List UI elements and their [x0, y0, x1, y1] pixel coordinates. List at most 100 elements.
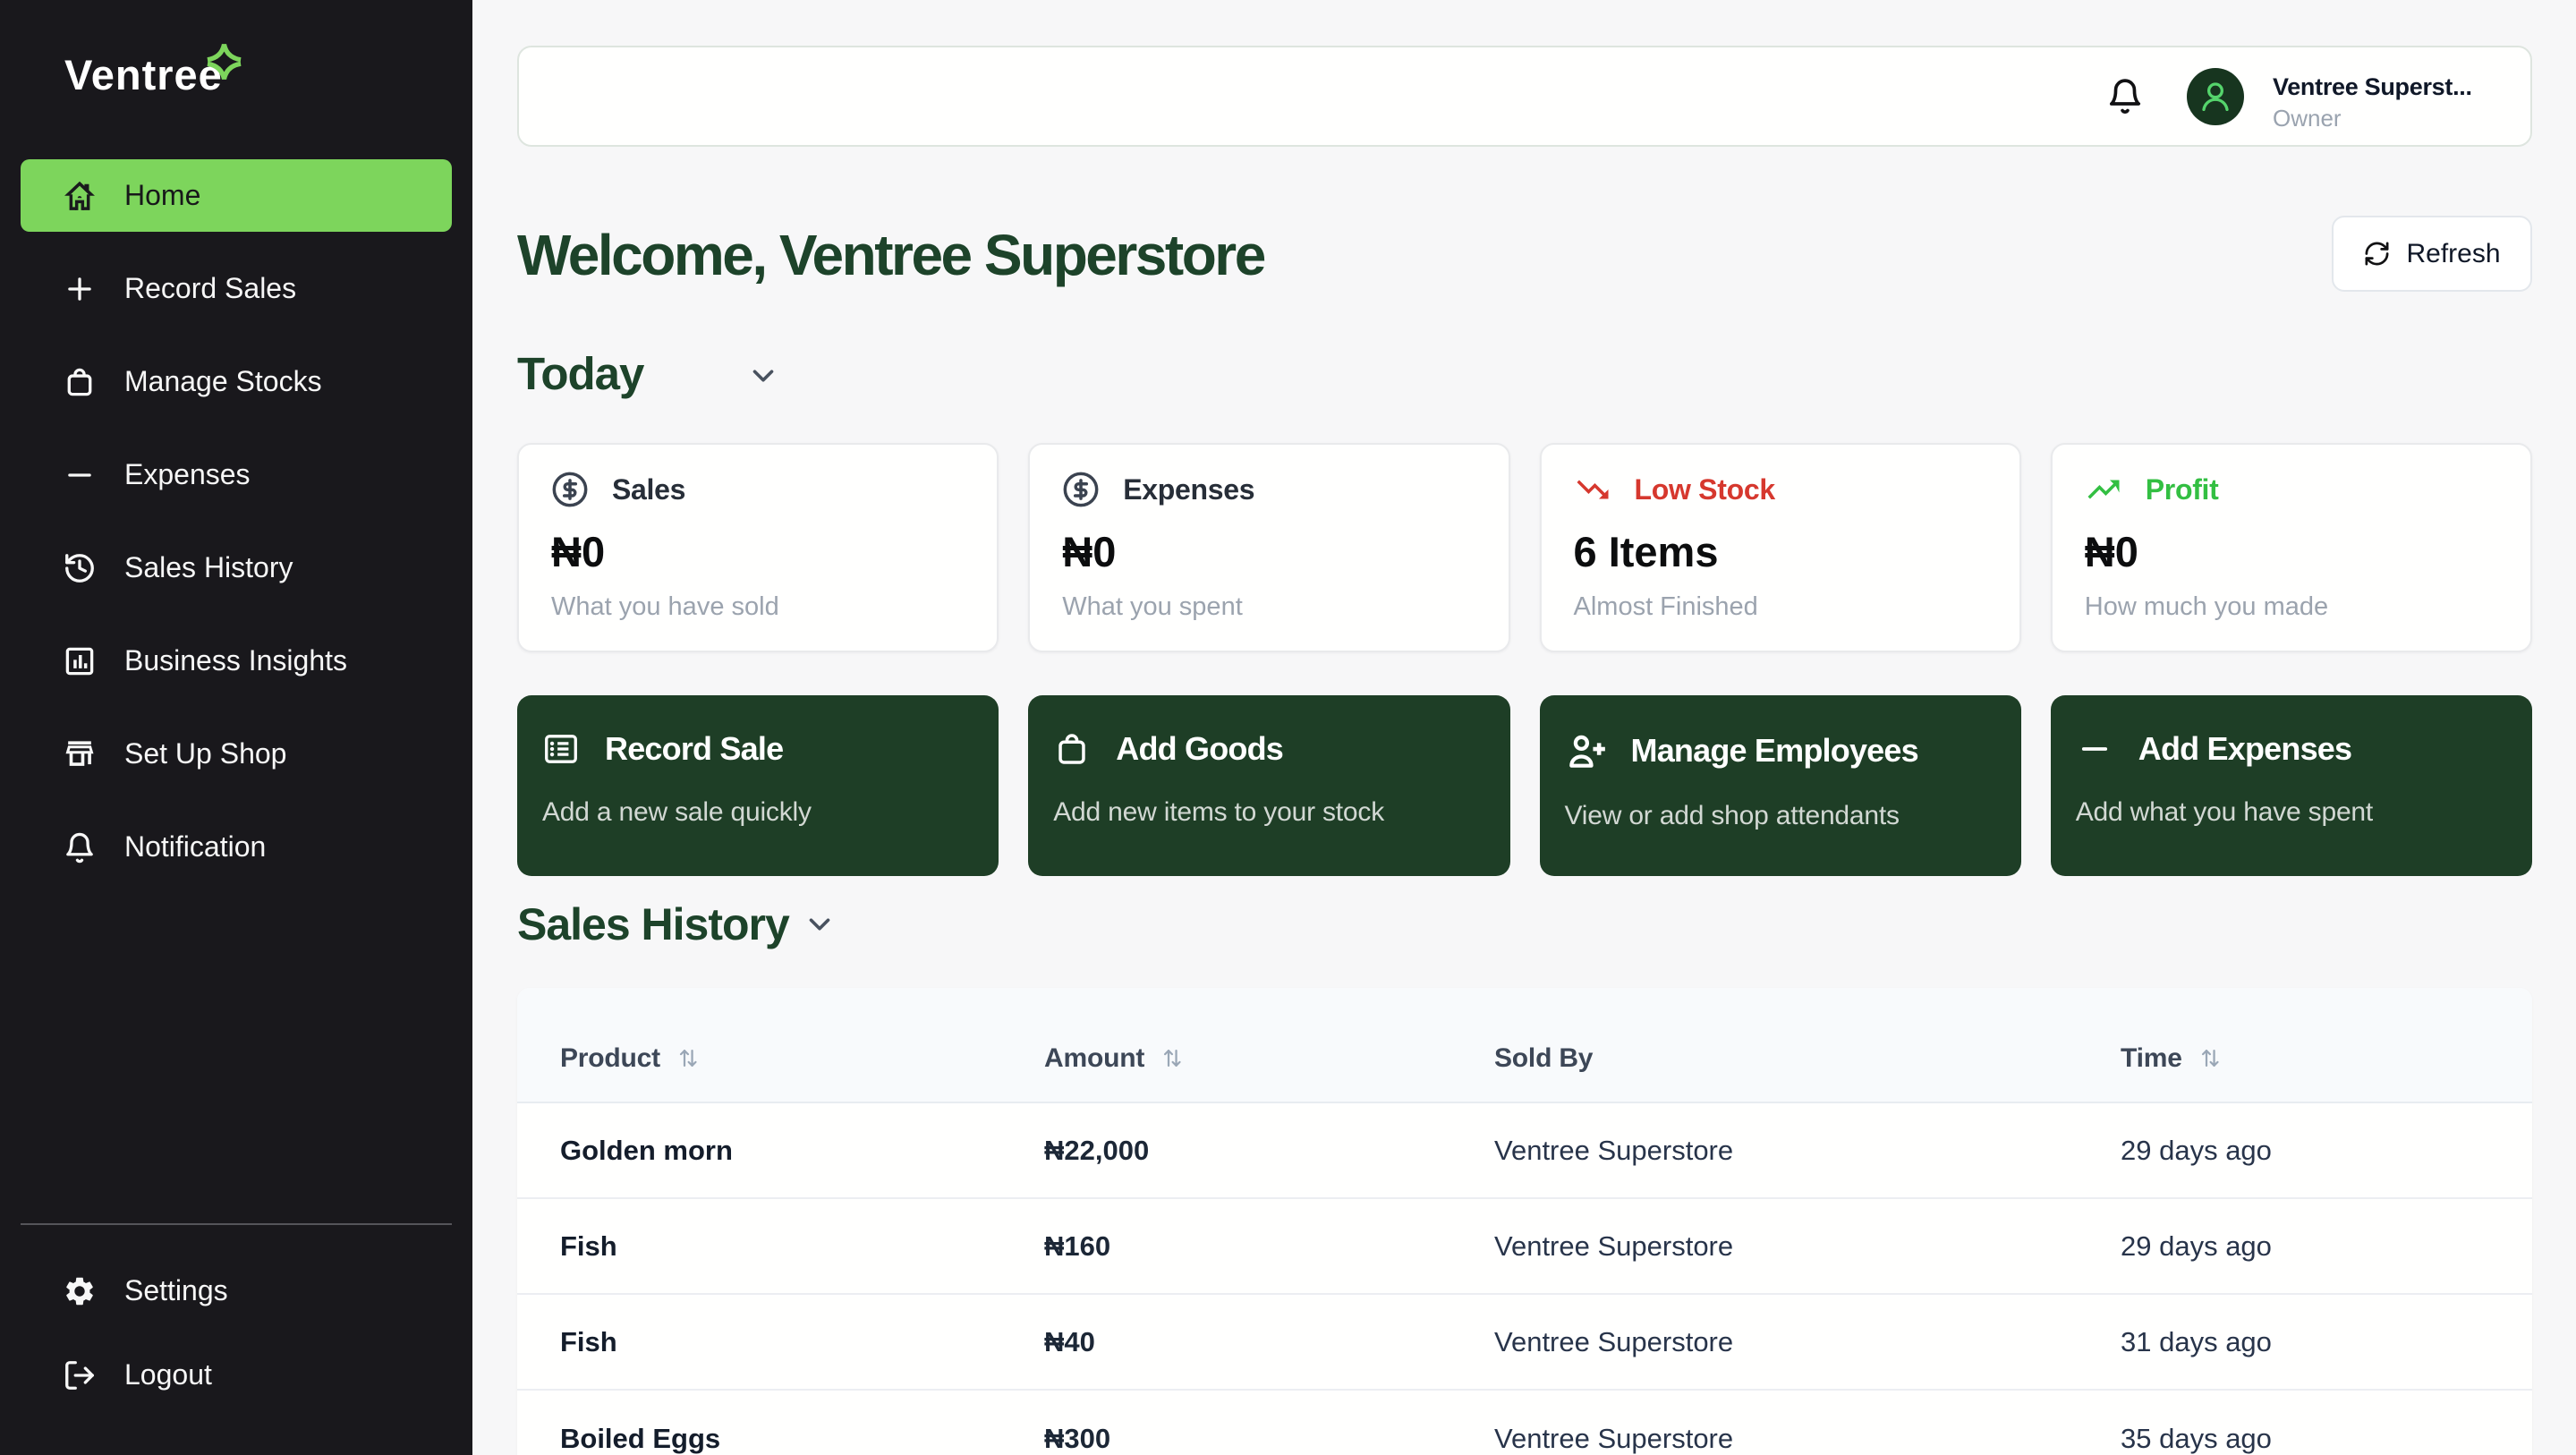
brand-name: Ventree — [64, 51, 223, 98]
action-head: Record Sale — [542, 730, 973, 768]
action-desc: Add new items to your stock — [1053, 797, 1385, 827]
period-label: Today — [517, 348, 644, 399]
sidebar-item-expenses[interactable]: Expenses — [21, 438, 452, 511]
sidebar-item-label: Home — [124, 179, 201, 211]
record-sale-card[interactable]: Record Sale Add a new sale quickly — [517, 695, 999, 876]
stat-desc: What you spent — [1062, 592, 1243, 621]
cell-time: 31 days ago — [2121, 1325, 2272, 1357]
sidebar-item-business-insights[interactable]: Business Insights — [21, 625, 452, 697]
stat-card-profit[interactable]: Profit ₦0 How much you made — [2050, 443, 2532, 652]
shopping-bag-icon — [63, 365, 97, 399]
sidebar-item-label: Sales History — [124, 551, 293, 583]
stat-card-sales[interactable]: Sales ₦0 What you have sold — [517, 443, 999, 652]
history-icon — [63, 551, 97, 585]
sidebar-item-label: Settings — [124, 1274, 228, 1306]
stat-head: Low Stock — [1574, 471, 1987, 508]
sidebar-divider — [21, 1223, 452, 1225]
stat-desc: What you have sold — [551, 592, 779, 621]
stat-card-expenses[interactable]: Expenses ₦0 What you spent — [1028, 443, 1510, 652]
stat-label: Low Stock — [1634, 472, 1776, 506]
column-label: Amount — [1044, 1042, 1145, 1073]
stat-card-low-stock[interactable]: Low Stock 6 Items Almost Finished — [1539, 443, 2021, 652]
column-header-amount[interactable]: Amount — [1044, 1043, 1494, 1074]
stat-value: ₦0 — [1062, 528, 1117, 575]
action-head: Add Expenses — [2076, 730, 2507, 768]
column-header-product[interactable]: Product — [560, 1043, 1044, 1074]
cell-amount: ₦300 — [1044, 1422, 1111, 1454]
minus-icon — [63, 458, 97, 492]
action-head: Manage Employees — [1565, 730, 1996, 771]
sidebar-item-set-up-shop[interactable]: Set Up Shop — [21, 718, 452, 790]
sort-icon[interactable] — [1160, 1046, 1185, 1070]
column-label: Product — [560, 1042, 660, 1073]
add-goods-card[interactable]: Add Goods Add new items to your stock — [1028, 695, 1510, 876]
table-row[interactable]: Boiled Eggs ₦300 Ventree Superstore 35 d… — [517, 1391, 2532, 1455]
add-expenses-card[interactable]: Add Expenses Add what you have spent — [2050, 695, 2532, 876]
table-row[interactable]: Fish ₦160 Ventree Superstore 29 days ago — [517, 1199, 2532, 1295]
table-row[interactable]: Golden morn ₦22,000 Ventree Superstore 2… — [517, 1103, 2532, 1199]
shopping-bag-icon — [1058, 734, 1085, 764]
bell-icon — [63, 830, 97, 864]
cell-amount: ₦22,000 — [1044, 1134, 1150, 1166]
stat-head: Profit — [2085, 471, 2498, 508]
sidebar-item-settings[interactable]: Settings — [21, 1255, 452, 1327]
cell-sold-by: Ventree Superstore — [1494, 1325, 1734, 1357]
refresh-icon — [2365, 242, 2389, 266]
user-plus-icon — [1569, 735, 1605, 768]
action-title: Manage Employees — [1630, 732, 1919, 769]
action-title: Record Sale — [605, 730, 784, 767]
column-label: Time — [2121, 1042, 2182, 1073]
table-row[interactable]: Fish ₦40 Ventree Superstore 31 days ago — [517, 1295, 2532, 1391]
app-root: Ventree Home Record Sales Manage Stocks … — [0, 0, 2576, 1455]
cell-time: 29 days ago — [2121, 1230, 2272, 1262]
sidebar-item-notification[interactable]: Notification — [21, 811, 452, 883]
action-desc: Add a new sale quickly — [542, 797, 812, 827]
cell-sold-by: Ventree Superstore — [1494, 1134, 1734, 1166]
circle-dollar-icon — [552, 472, 588, 507]
brand-logo: Ventree — [64, 54, 223, 96]
action-title: Add Expenses — [2138, 730, 2352, 767]
sidebar-item-home[interactable]: Home — [21, 159, 452, 232]
column-header-time[interactable]: Time — [2121, 1043, 2532, 1074]
sidebar-item-sales-history[interactable]: Sales History — [21, 532, 452, 604]
stat-value: ₦0 — [2084, 528, 2138, 575]
trending-down-icon — [1577, 480, 1608, 499]
sidebar-item-logout[interactable]: Logout — [21, 1339, 452, 1411]
sidebar-nav: Home Record Sales Manage Stocks Expenses… — [21, 159, 452, 904]
bar-chart-icon — [63, 644, 97, 678]
receipt-list-icon — [545, 735, 577, 763]
stat-value: 6 Items — [1573, 528, 1719, 575]
action-desc: Add what you have spent — [2075, 797, 2374, 827]
sidebar-item-manage-stocks[interactable]: Manage Stocks — [21, 345, 452, 418]
action-title: Add Goods — [1116, 730, 1284, 767]
stat-cards: Sales ₦0 What you have sold Expenses ₦0 … — [517, 443, 2532, 652]
chevron-down-icon[interactable] — [746, 359, 780, 393]
stat-label: Sales — [612, 472, 686, 506]
plus-icon — [63, 272, 97, 306]
sales-history-table: Product Amount Sold By Time Golden morn … — [517, 988, 2532, 1455]
refresh-label: Refresh — [2406, 238, 2501, 268]
period-selector[interactable]: Today — [517, 348, 644, 399]
stat-label: Profit — [2145, 472, 2219, 506]
topbar[interactable]: Ventree Superst... Owner — [517, 46, 2532, 147]
action-head: Add Goods — [1053, 730, 1484, 768]
notification-bell-icon[interactable] — [2105, 73, 2145, 118]
stat-desc: Almost Finished — [1573, 592, 1758, 621]
cell-time: 35 days ago — [2121, 1422, 2272, 1454]
column-header-sold-by[interactable]: Sold By — [1494, 1043, 2121, 1074]
cell-sold-by: Ventree Superstore — [1494, 1230, 1734, 1262]
refresh-button[interactable]: Refresh — [2332, 216, 2532, 292]
chevron-down-icon[interactable] — [803, 907, 837, 941]
sales-history-heading[interactable]: Sales History — [517, 899, 790, 949]
sidebar-item-record-sales[interactable]: Record Sales — [21, 252, 452, 325]
sales-history-label: Sales History — [517, 899, 790, 949]
avatar[interactable] — [2187, 68, 2244, 125]
stat-label: Expenses — [1123, 472, 1255, 506]
sparkle-icon — [207, 44, 242, 80]
cell-amount: ₦40 — [1044, 1325, 1095, 1357]
manage-employees-card[interactable]: Manage Employees View or add shop attend… — [1539, 695, 2021, 876]
user-role: Owner — [2273, 105, 2342, 132]
trending-up-icon — [2087, 480, 2120, 499]
sort-icon[interactable] — [676, 1046, 701, 1070]
sort-icon[interactable] — [2198, 1046, 2223, 1070]
